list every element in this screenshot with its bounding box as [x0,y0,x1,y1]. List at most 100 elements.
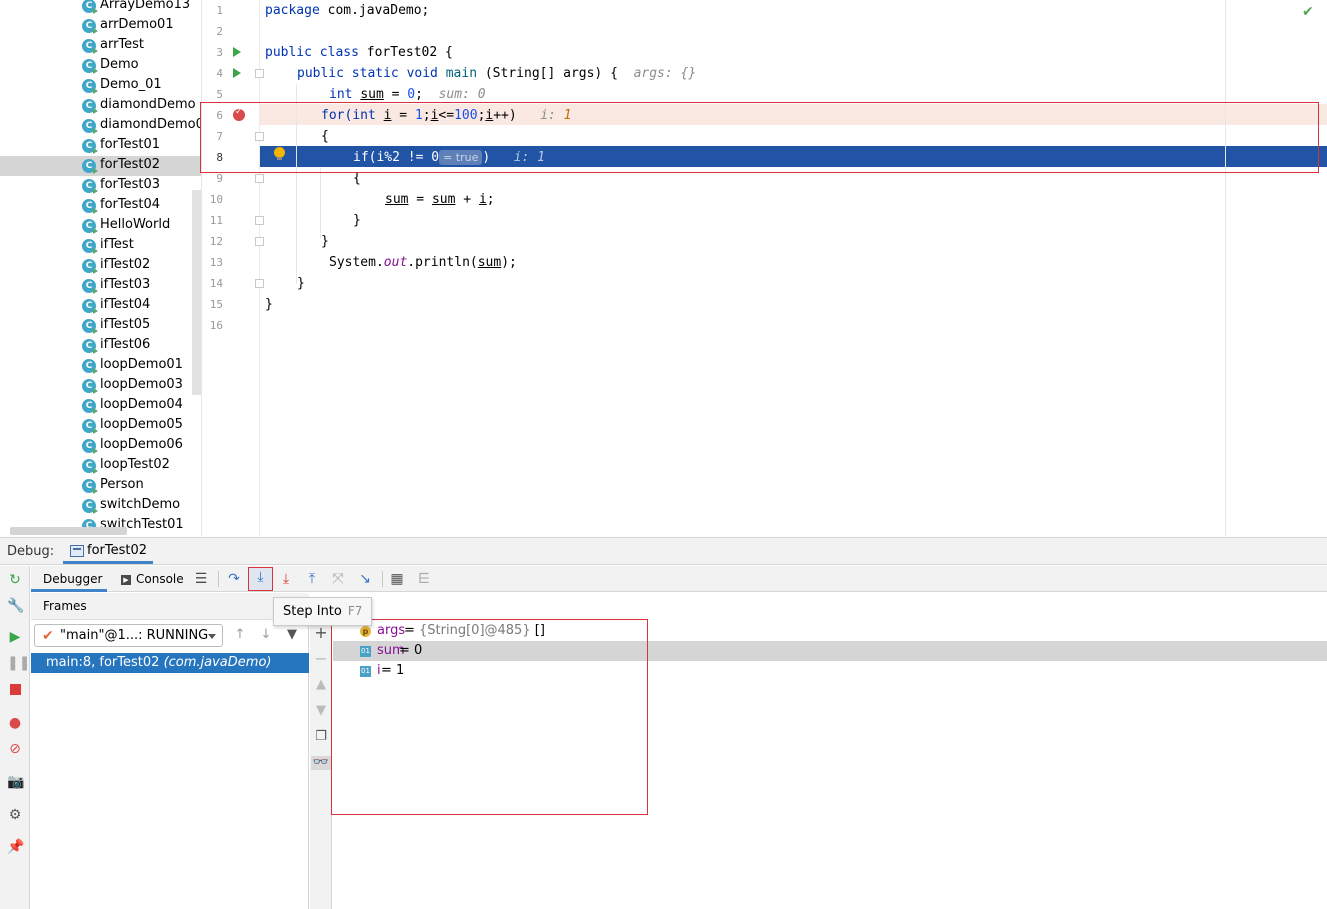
tree-item[interactable]: C HelloWorld [0,216,201,236]
tree-item[interactable]: CarrTest [0,36,201,56]
tree-item[interactable]: CifTest06 [0,336,201,356]
check-icon: ✔ [1302,4,1314,20]
tree-item[interactable]: CarrDemo01 [0,16,201,36]
code-line-11: } [353,213,361,228]
arrow-down-icon[interactable]: ↓ [259,627,273,643]
fold-icon[interactable] [255,69,264,78]
tree-item[interactable]: CforTest04 [0,196,201,216]
line-number: 1 [216,4,223,17]
code-line-4: public static void main (String[] args) … [297,66,697,81]
move-down-icon[interactable]: ▼ [314,704,328,718]
step-into-button[interactable]: ⤓ [248,567,273,591]
tree-item[interactable]: CforTest03 [0,176,201,196]
java-class-icon: C [82,499,98,514]
show-watches-icon[interactable]: 👓 [311,756,331,770]
evaluate-expression-icon[interactable]: ▦ [388,570,406,588]
run-class-icon[interactable] [233,47,241,57]
debug-tool-window-header: Debug: forTest02 [0,537,1327,565]
tree-item[interactable]: CdiamondDemo02 [0,116,202,136]
tree-item-label: ifTest [100,237,134,252]
drop-frame-icon[interactable]: ⤧ [329,570,347,588]
tree-item[interactable]: CifTest05 [0,316,201,336]
tree-item[interactable]: CdiamondDemo [0,96,201,116]
resume-program-icon[interactable]: ▶ [7,629,23,645]
stack-frame-row[interactable]: main:8, forTest02 (com.javaDemo) [31,653,309,673]
project-tree[interactable]: C ArrayDemo13 CarrDemo01 CarrTest C Demo C Demo… [0,0,202,536]
line-number: 13 [209,256,223,269]
thread-selector[interactable]: ✔ "main"@1...: RUNNING [34,624,223,647]
copy-icon[interactable]: ❐ [314,730,328,744]
tree-item[interactable]: CswitchDemo [0,496,201,516]
filter-icon[interactable]: ▼ [285,627,299,643]
tree-vertical-scrollbar[interactable] [192,190,201,395]
rerun-icon[interactable]: ↻ [7,572,23,588]
tree-item[interactable]: CloopDemo04 [0,396,201,416]
java-class-icon: C [82,479,98,494]
tree-item-label: loopDemo06 [100,437,183,452]
add-watch-icon[interactable]: + [314,625,328,641]
code-line-3: public class forTest02 { [265,45,453,60]
fold-icon[interactable] [255,237,264,246]
tree-item-label: diamondDemo02 [100,117,202,132]
pin-icon[interactable]: 📌 [7,839,24,855]
debug-config-tab[interactable]: forTest02 [63,538,154,564]
java-class-icon: C [82,59,98,74]
mute-breakpoints-icon[interactable]: ⊘ [7,741,23,757]
trace-current-stream-icon[interactable]: ⋿ [415,570,433,588]
tree-item[interactable]: CloopDemo06 [0,436,201,456]
tree-item[interactable]: C Person [0,476,201,496]
tree-item[interactable]: C Demo_01 [0,76,201,96]
tree-item[interactable]: C Demo [0,56,201,76]
tree-item[interactable]: CloopDemo01 [0,356,201,376]
tree-item-label: ArrayDemo13 [100,0,191,12]
java-class-icon: C [82,259,98,274]
java-class-icon: C [82,179,98,194]
tree-item[interactable]: CifTest02 [0,256,201,276]
tree-item[interactable]: CloopDemo03 [0,376,201,396]
pause-program-icon[interactable]: ❚❚ [7,655,30,671]
stop-icon[interactable] [7,682,23,698]
tree-item[interactable]: CforTest02 [0,156,201,176]
tree-item-label: HelloWorld [100,217,171,232]
java-class-icon: C [82,279,98,294]
tree-item-label: loopDemo04 [100,397,183,412]
step-over-icon[interactable]: ↷ [225,570,243,588]
tree-item[interactable]: CforTest01 [0,136,201,156]
fold-icon[interactable] [255,174,264,183]
java-class-icon: C [82,219,98,234]
tree-item[interactable]: CifTest03 [0,276,201,296]
move-up-icon[interactable]: ▲ [314,678,328,692]
fold-icon[interactable] [255,216,264,225]
remove-watch-icon[interactable]: − [314,651,328,667]
frames-panel[interactable]: ✔ "main"@1...: RUNNING ↑ ↓ ▼ main:8, for… [31,620,309,909]
line-number: 2 [216,25,223,38]
tree-item[interactable]: CifTest04 [0,296,201,316]
ide-window: { "project_tree": { "items": [ {"label":… [0,0,1327,909]
tree-item-label: arrTest [100,37,145,52]
force-step-into-icon[interactable]: ⤓ [277,570,295,588]
tab-console[interactable]: ▶ Console [121,566,191,592]
step-out-icon[interactable]: ⤒ [303,570,321,588]
tree-horizontal-scrollbar[interactable] [10,527,127,535]
camera-icon[interactable]: 📷 [7,774,24,790]
line-number: 12 [209,235,223,248]
tree-item[interactable]: CloopDemo05 [0,416,201,436]
tab-debugger[interactable]: Debugger [31,566,107,592]
run-to-cursor-icon[interactable]: ↘ [356,570,374,588]
fold-icon[interactable] [255,279,264,288]
run-main-icon[interactable] [233,68,241,78]
tree-item[interactable]: C ArrayDemo13 [0,0,201,16]
indent-guide [320,168,321,238]
java-class-icon: C [82,139,98,154]
code-line-13: System.out.println(sum); [329,255,517,270]
tree-item[interactable]: CifTest [0,236,201,256]
line-number: 3 [216,46,223,59]
tree-item[interactable]: CloopTest02 [0,456,201,476]
settings-wrench-icon[interactable]: 🔧 [7,598,24,614]
layout-menu-icon[interactable]: ☰ [192,570,210,588]
view-breakpoints-icon[interactable]: ● [7,715,23,731]
tree-item-label: ifTest06 [100,337,151,352]
arrow-up-icon[interactable]: ↑ [233,627,247,643]
gear-icon[interactable]: ⚙ [7,807,23,823]
tab-console-label: Console [136,572,184,586]
